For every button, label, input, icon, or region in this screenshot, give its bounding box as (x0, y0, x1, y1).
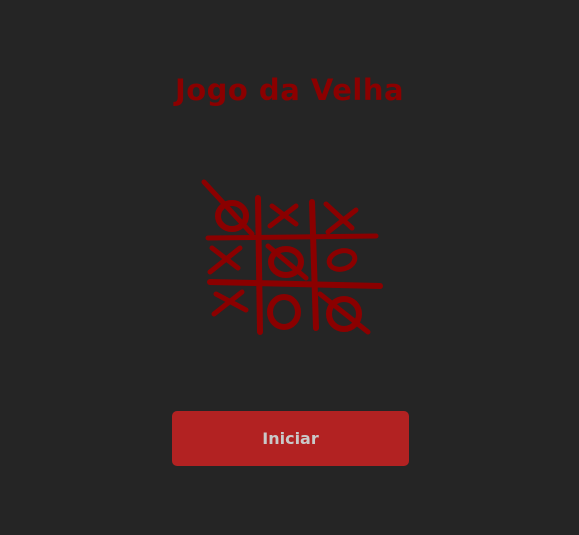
start-screen: Jogo da Velha Iniciar (0, 0, 579, 535)
mark-x-cell-2 (267, 203, 299, 229)
tic-tac-toe-logo (196, 176, 386, 340)
mark-x-cell-7 (211, 289, 249, 317)
mark-o-cell-6 (326, 248, 358, 272)
grid-line-vertical-1 (255, 195, 263, 335)
start-button[interactable]: Iniciar (172, 411, 409, 466)
page-title: Jogo da Velha (174, 73, 405, 107)
mark-x-cell-3 (323, 201, 359, 235)
grid-line-horizontal-2 (207, 279, 383, 289)
mark-x-cell-4 (207, 245, 243, 275)
tic-tac-toe-board-icon (201, 179, 383, 335)
grid-line-horizontal-1 (205, 233, 379, 241)
mark-o-cell-8 (267, 294, 301, 330)
grid-line-vertical-2 (309, 199, 319, 331)
